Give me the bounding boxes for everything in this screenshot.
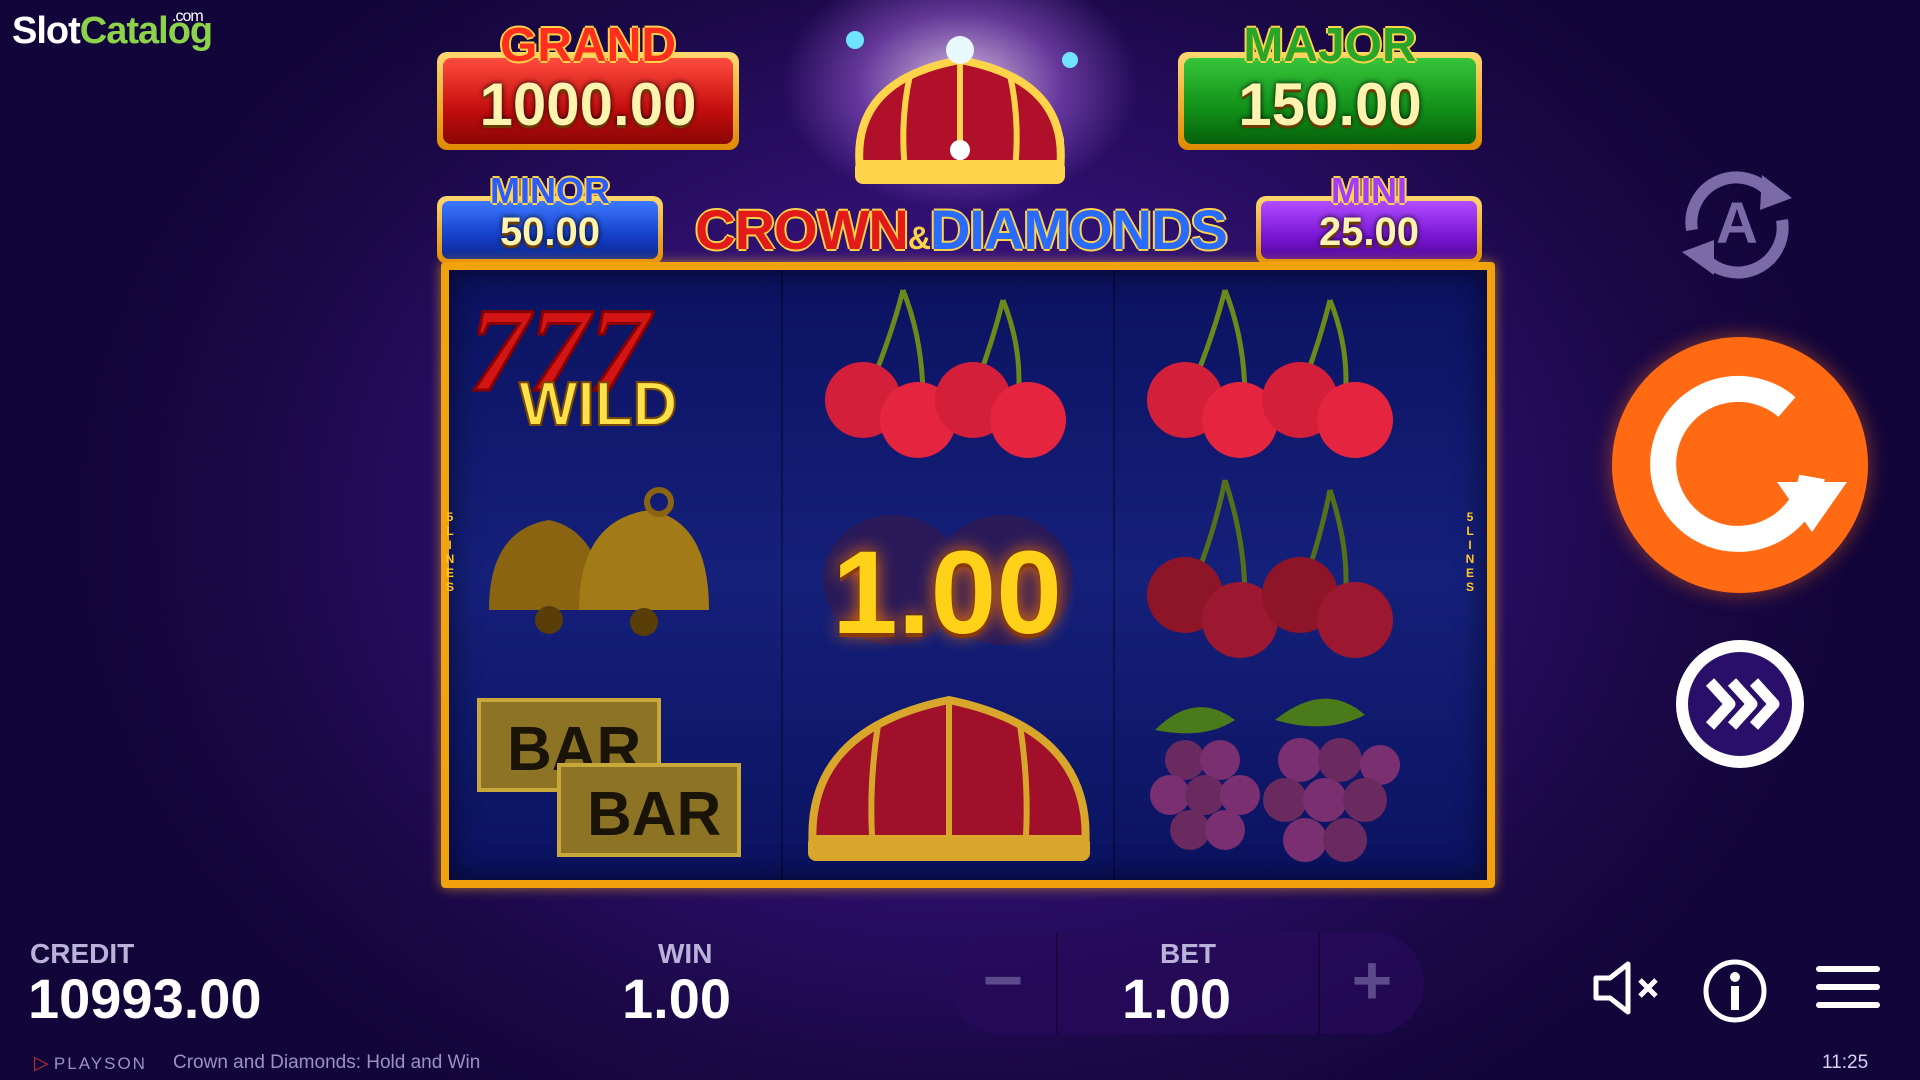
game-logo-title: CROWN&DIAMONDS (665, 196, 1257, 264)
lines-indicator-left: 5 L I N E S (445, 510, 455, 594)
wild-777-icon: 777 WILD (468, 282, 679, 441)
grand-label: GRAND (500, 19, 676, 72)
fast-forward-icon (1705, 678, 1780, 730)
bet-panel: − BET 1.00 + (950, 932, 1424, 1034)
win-amount-overlay: 1.00 (832, 527, 1062, 659)
spin-button[interactable] (1612, 337, 1868, 593)
symbol-cherries (1115, 470, 1447, 670)
lines-indicator-right: 5 L I N E S (1465, 510, 1475, 594)
info-icon (1703, 959, 1767, 1023)
symbol-bar-bar: BAR BAR (449, 670, 781, 870)
logo-ampersand: & (907, 220, 931, 256)
logo-word-crown: CROWN (695, 198, 909, 261)
grand-jackpot: GRAND 1000.00 (437, 19, 739, 150)
playson-text: PLAYSON (53, 1054, 147, 1073)
turbo-button[interactable] (1676, 640, 1804, 768)
mini-jackpot: MINI 25.00 (1256, 170, 1482, 264)
game-title-footer: Crown and Diamonds: Hold and Win (173, 1052, 481, 1073)
symbol-crown (783, 670, 1115, 870)
minor-jackpot: MINOR 50.00 (437, 170, 663, 264)
autoplay-button[interactable]: A (1662, 160, 1812, 290)
bet-decrease-button[interactable]: − (950, 932, 1056, 1034)
spin-icon (1650, 375, 1847, 552)
major-label: MAJOR (1243, 19, 1417, 72)
turbo-inner (1688, 652, 1792, 756)
cherries-icon (825, 289, 1066, 458)
clock: 11:25 (1822, 1052, 1869, 1073)
bet-separator-left (1056, 932, 1058, 1034)
bar-text-2: BAR (587, 780, 721, 849)
wild-text: WILD (519, 370, 677, 439)
grapes-icon (1150, 698, 1400, 862)
crown-icon (808, 695, 1090, 861)
menu-button[interactable] (1816, 962, 1880, 1012)
playson-logo-icon: ▷ (34, 1053, 49, 1074)
reel-3 (1113, 270, 1447, 880)
playson-brand: ▷ PLAYSON (34, 1052, 147, 1075)
mini-value: 25.00 (1318, 210, 1420, 254)
minor-value: 50.00 (499, 210, 601, 254)
info-button[interactable] (1702, 958, 1768, 1024)
speaker-muted-icon (1593, 961, 1658, 1015)
symbol-cherries (783, 270, 1115, 470)
hamburger-menu-icon (1816, 966, 1880, 1008)
autoplay-letter: A (1716, 191, 1758, 256)
symbol-bells (449, 470, 781, 670)
major-value: 150.00 (1238, 71, 1422, 138)
symbol-wild-777: 777 WILD (449, 270, 781, 470)
cherries-icon (1147, 479, 1393, 658)
bet-increase-button[interactable]: + (1320, 932, 1424, 1034)
minor-label: MINOR (490, 170, 610, 211)
credit-value: 10993.00 (28, 967, 262, 1030)
crown-logo-icon (846, 31, 1078, 184)
grand-value: 1000.00 (479, 71, 697, 138)
reel-area: 777 WILD BAR BAR 1.00 (441, 262, 1495, 888)
reel-1: 777 WILD BAR BAR (449, 270, 781, 880)
bells-icon (489, 487, 709, 636)
major-jackpot: MAJOR 150.00 (1178, 19, 1482, 150)
slotcatalog-watermark: SlotCatalog .com (12, 8, 213, 52)
symbol-cherries (1115, 270, 1447, 470)
cherries-icon (1147, 289, 1393, 458)
symbol-grapes (1115, 670, 1447, 870)
sound-toggle-button[interactable] (1590, 958, 1666, 1018)
bet-value: 1.00 (1122, 967, 1231, 1030)
logo-word-diamonds: DIAMONDS (929, 198, 1228, 261)
bar-bar-icon: BAR BAR (477, 698, 741, 857)
mini-label: MINI (1331, 170, 1407, 211)
win-value: 1.00 (622, 967, 731, 1030)
